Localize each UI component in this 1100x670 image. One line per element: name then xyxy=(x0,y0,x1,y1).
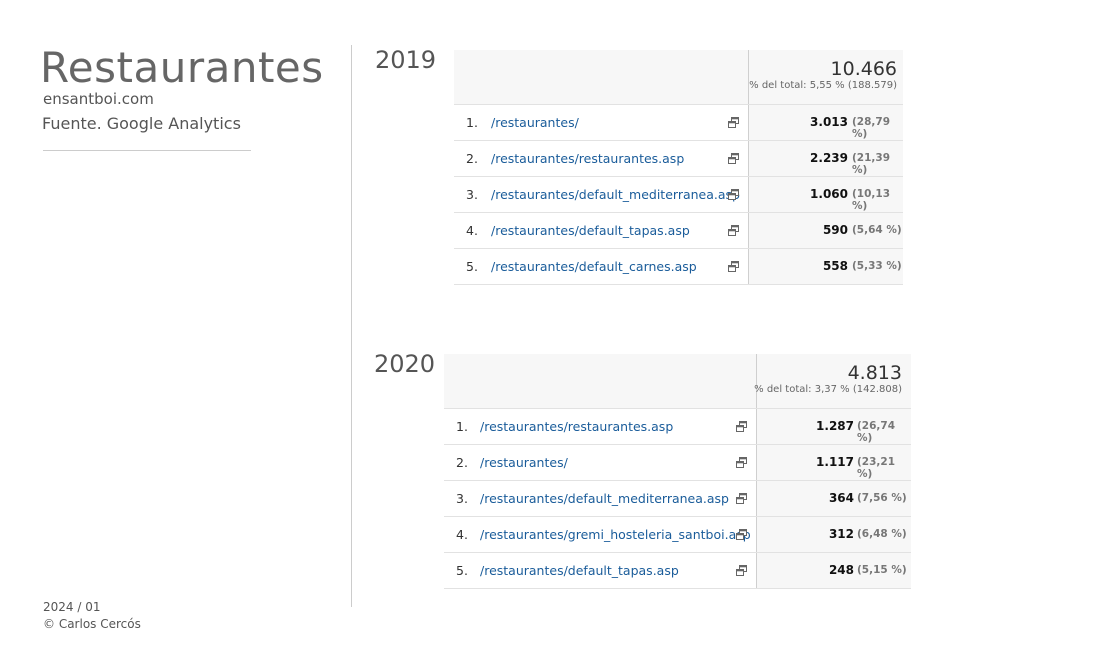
table-row: 4. /restaurantes/gremi_hosteleria_santboi… xyxy=(444,516,911,552)
data-source: Fuente. Google Analytics xyxy=(42,114,241,133)
row-rank: 3. xyxy=(456,491,468,506)
vertical-divider xyxy=(351,45,352,607)
footer-copyright: © Carlos Cercós xyxy=(43,617,141,631)
table-row: 1. /restaurantes/restaurantes.asp 1.287 (26… xyxy=(444,408,911,444)
row-percentage: (5,33 %) xyxy=(852,260,902,272)
table-row: 2. /restaurantes/1.117 (23,21 %) xyxy=(444,444,911,480)
report-table-2020: 4.813 % del total: 3,37 % (142.808) 1. /r… xyxy=(444,354,911,589)
row-percentage: (23,21 %) xyxy=(857,456,896,480)
row-value: 312 xyxy=(828,527,854,541)
open-in-new-window-icon[interactable] xyxy=(728,117,739,128)
row-rank: 1. xyxy=(456,419,468,434)
year-label-2020: 2020 xyxy=(374,350,436,378)
total-percentage: % del total: 3,37 % (142.808) xyxy=(754,384,902,395)
row-percentage: (26,74 %) xyxy=(857,420,896,444)
row-rank: 4. xyxy=(456,527,468,542)
row-percentage: (5,15 %) xyxy=(857,564,907,576)
row-value: 1.117 xyxy=(816,455,854,469)
table-row: 3. /restaurantes/default_mediterranea.asp… xyxy=(454,176,903,212)
page-path-link[interactable]: /restaurantes/ xyxy=(480,455,568,470)
open-in-new-window-icon[interactable] xyxy=(728,225,739,236)
page-path-link[interactable]: /restaurantes/restaurantes.asp xyxy=(480,419,673,434)
column-separator xyxy=(748,50,749,104)
table-row: 3. /restaurantes/default_mediterranea.asp… xyxy=(444,480,911,516)
report-table-2019: 10.466 % del total: 5,55 % (188.579) 1. /… xyxy=(454,50,903,285)
page-path-link[interactable]: /restaurantes/default_mediterranea.asp xyxy=(480,491,729,506)
total-percentage: % del total: 5,55 % (188.579) xyxy=(749,80,897,91)
row-rank: 5. xyxy=(456,563,468,578)
table-header: 4.813 % del total: 3,37 % (142.808) xyxy=(444,354,911,408)
row-percentage: (7,56 %) xyxy=(857,492,907,504)
page-path-link[interactable]: /restaurantes/ xyxy=(491,115,579,130)
open-in-new-window-icon[interactable] xyxy=(736,529,747,540)
open-in-new-window-icon[interactable] xyxy=(736,565,747,576)
row-rank: 4. xyxy=(466,223,478,238)
row-rank: 5. xyxy=(466,259,478,274)
table-row: 5. /restaurantes/default_tapas.asp 248 (5,1… xyxy=(444,552,911,589)
row-value: 248 xyxy=(828,563,854,577)
row-percentage: (28,79 %) xyxy=(852,116,891,140)
row-value: 3.013 xyxy=(810,115,848,129)
open-in-new-window-icon[interactable] xyxy=(728,153,739,164)
row-percentage: (21,39 %) xyxy=(852,152,891,176)
footer-date: 2024 / 01 xyxy=(43,600,101,614)
row-rank: 1. xyxy=(466,115,478,130)
row-rank: 3. xyxy=(466,187,478,202)
open-in-new-window-icon[interactable] xyxy=(728,261,739,272)
page-path-link[interactable]: /restaurantes/default_mediterranea.asp xyxy=(491,187,740,202)
row-value: 1.287 xyxy=(816,419,854,433)
row-value: 364 xyxy=(828,491,854,505)
page-path-link[interactable]: /restaurantes/restaurantes.asp xyxy=(491,151,684,166)
row-value: 590 xyxy=(822,223,848,237)
row-rank: 2. xyxy=(456,455,468,470)
column-separator xyxy=(756,354,757,408)
table-row: 1. /restaurantes/3.013 (28,79 %) xyxy=(454,104,903,140)
row-value: 2.239 xyxy=(810,151,848,165)
year-label-2019: 2019 xyxy=(375,46,437,74)
total-value: 4.813 xyxy=(847,362,902,384)
table-row: 4. /restaurantes/default_tapas.asp 590 (5,6… xyxy=(454,212,903,248)
page-path-link[interactable]: /restaurantes/default_tapas.asp xyxy=(480,563,679,578)
total-value: 10.466 xyxy=(830,58,897,80)
open-in-new-window-icon[interactable] xyxy=(728,189,739,200)
row-percentage: (6,48 %) xyxy=(857,528,907,540)
row-percentage: (10,13 %) xyxy=(852,188,891,212)
row-rank: 2. xyxy=(466,151,478,166)
page-title: Restaurantes xyxy=(40,43,324,92)
open-in-new-window-icon[interactable] xyxy=(736,457,747,468)
title-divider xyxy=(43,150,251,151)
page-path-link[interactable]: /restaurantes/gremi_hosteleria_santboi.a… xyxy=(480,527,751,542)
row-value: 1.060 xyxy=(810,187,848,201)
table-row: 2. /restaurantes/restaurantes.asp 2.239 (21… xyxy=(454,140,903,176)
page-path-link[interactable]: /restaurantes/default_carnes.asp xyxy=(491,259,697,274)
open-in-new-window-icon[interactable] xyxy=(736,421,747,432)
site-name: ensantboi.com xyxy=(43,90,154,108)
table-header: 10.466 % del total: 5,55 % (188.579) xyxy=(454,50,903,104)
table-row: 5. /restaurantes/default_carnes.asp 558 (5,… xyxy=(454,248,903,285)
row-value: 558 xyxy=(822,259,848,273)
row-percentage: (5,64 %) xyxy=(852,224,902,236)
page-path-link[interactable]: /restaurantes/default_tapas.asp xyxy=(491,223,690,238)
open-in-new-window-icon[interactable] xyxy=(736,493,747,504)
